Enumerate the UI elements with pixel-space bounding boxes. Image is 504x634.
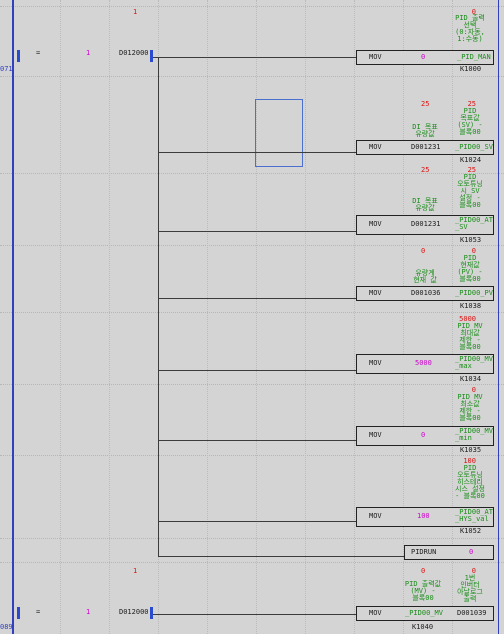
wire [158, 298, 356, 299]
mov-block-2[interactable]: MOV D001231 _PID00_AT _SV [356, 215, 494, 235]
rung2-line-number: 089 [0, 623, 13, 631]
grid-line [60, 0, 61, 634]
contact-compare-symbol: = [36, 49, 41, 57]
out6-address: K1052 [460, 527, 482, 535]
grid-line [0, 245, 504, 246]
out0-address: K1000 [460, 65, 482, 73]
out2-address: K1053 [460, 236, 482, 244]
grid-line [0, 312, 504, 313]
grid-line [305, 0, 306, 634]
out2-dst-comment: PID 오토튜닝 시 SV 설정 - 블록00 [457, 173, 483, 209]
out3-src-value: 0 [421, 247, 426, 255]
out1-address: K1024 [460, 156, 482, 164]
right-power-rail [498, 0, 499, 634]
grid-line [0, 384, 504, 385]
wire [153, 614, 356, 615]
mov-block-rung2[interactable]: MOV _PID00_MV D001039 [356, 606, 494, 621]
contact-compare-value: 1 [86, 49, 91, 57]
ladder-editor: 071 089 1 0 = 1 D012000 PID 출력 선택 (0:자동,… [0, 0, 504, 634]
out3-dst-comment: PID 현재값 (PV) - 블록00 [457, 254, 483, 283]
mov-block-1[interactable]: MOV D001231 _PID00_SV [356, 140, 494, 155]
rung0-step-value: 1 [133, 8, 138, 16]
wire [158, 521, 356, 522]
grid-line [0, 538, 504, 539]
contact-device: D012000 [119, 608, 149, 616]
out3-address: K1038 [460, 302, 482, 310]
out5-dst-comment: PID MV 최소값 제한 - 블록00 [457, 393, 483, 422]
mov-block-0[interactable]: MOV 0 _PID_MAN [356, 50, 494, 65]
wire [158, 370, 356, 371]
wire [158, 231, 356, 232]
out1-dst-comment: PID 목표값 (SV) - 블록00 [457, 107, 483, 136]
wire [158, 152, 356, 153]
rung2-step-value: 1 [133, 567, 138, 575]
wire [153, 57, 356, 58]
grid-line [0, 562, 504, 563]
contact-right-bar[interactable] [150, 50, 153, 62]
grid-line [207, 0, 208, 634]
grid-line [403, 0, 404, 634]
pidrun-block[interactable]: PIDRUN 0 [404, 545, 494, 560]
wire [158, 440, 356, 441]
rung2-dst-comment: 1번 인버터 아날로그 출력 [457, 574, 483, 603]
grid-line [0, 6, 504, 7]
contact-device: D012000 [119, 49, 149, 57]
contact-left-bar[interactable] [17, 607, 20, 619]
grid-line [0, 76, 504, 77]
wire [158, 556, 404, 557]
rung2-src-value: 0 [421, 567, 426, 575]
contact-compare-value: 1 [86, 608, 91, 616]
mov-block-5[interactable]: MOV 0 _PID00_MV _min [356, 426, 494, 446]
wire-vertical-bus [158, 57, 159, 557]
mov-block-3[interactable]: MOV D001036 _PID00_PV [356, 286, 494, 301]
selection-rectangle [255, 99, 303, 167]
grid-line [109, 0, 110, 634]
out6-dst-comment: PID 오토튜닝 히스테리 시스 설정 - 블록00 [455, 464, 485, 500]
out4-dst-comment: PID MV 최대값 제한 - 블록00 [457, 322, 483, 351]
out2-src-value: 25 [421, 166, 430, 174]
mov-block-6[interactable]: MOV 100 _PID00_AT _HYS_val [356, 507, 494, 527]
rung2-address: K1040 [412, 623, 434, 631]
mov-block-4[interactable]: MOV 5000 _PID00_MV _max [356, 354, 494, 374]
out0-comment: PID 출력 선택 (0:자동, 1:수동) [455, 14, 485, 43]
grid-line [256, 0, 257, 634]
out4-address: K1034 [460, 375, 482, 383]
grid-line [354, 0, 355, 634]
contact-left-bar[interactable] [17, 50, 20, 62]
left-power-rail [12, 0, 14, 634]
out5-address: K1035 [460, 446, 482, 454]
grid-line [0, 455, 504, 456]
out1-src-value: 25 [421, 100, 430, 108]
contact-compare-symbol: = [36, 608, 41, 616]
contact-right-bar[interactable] [150, 607, 153, 619]
rung1-line-number: 071 [0, 65, 13, 73]
